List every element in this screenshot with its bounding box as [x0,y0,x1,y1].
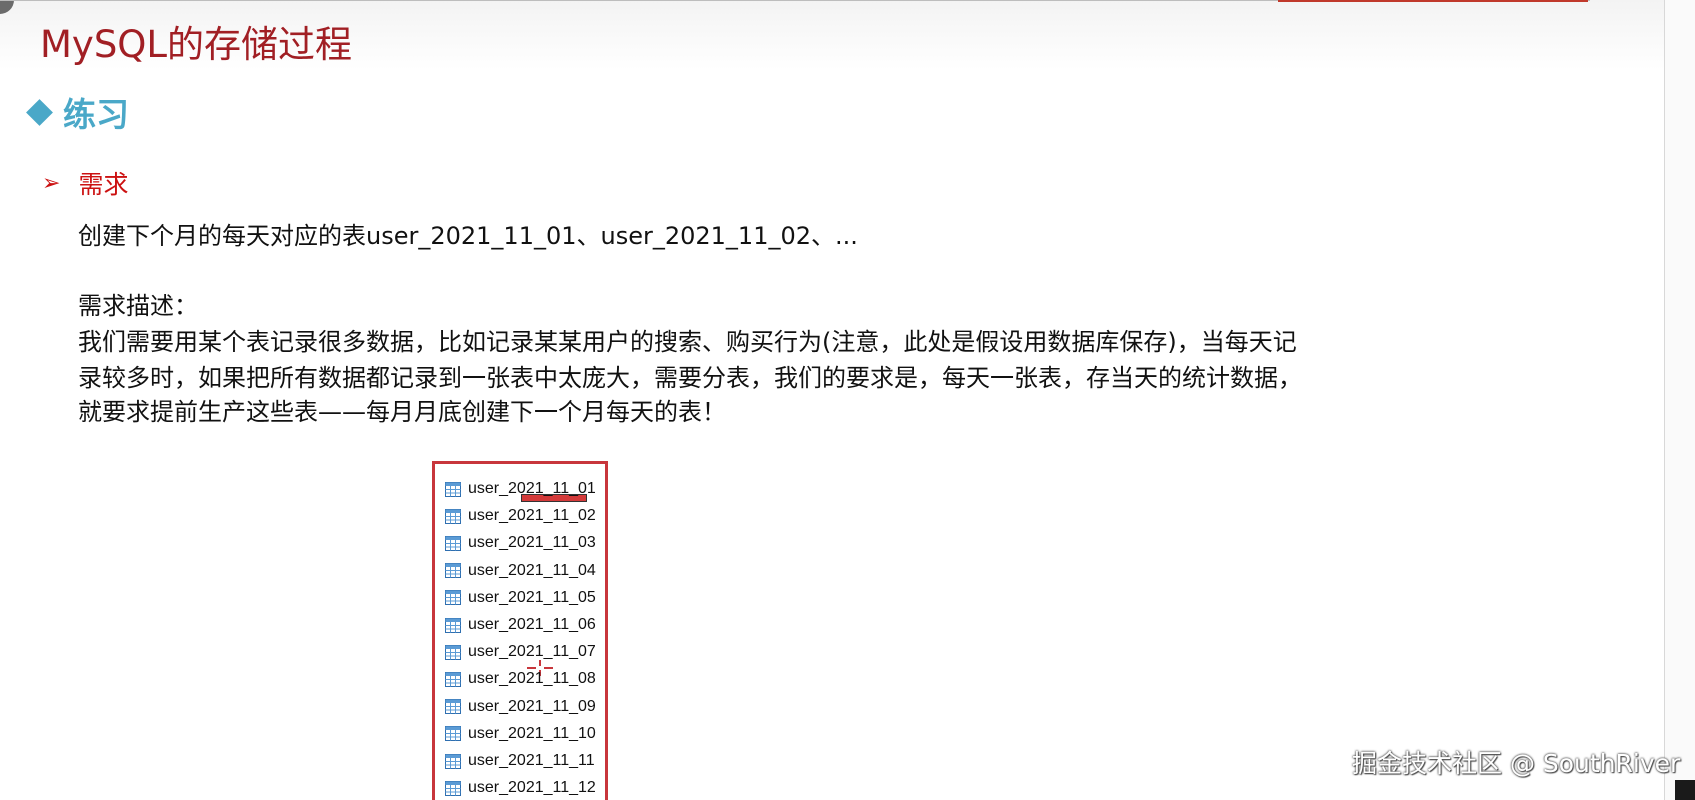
table-icon [445,508,461,524]
table-icon [445,617,461,633]
table-name: user_2021_11_03 [468,534,596,552]
table-name: user_2021_11_10 [468,724,596,742]
table-list-item[interactable]: user_2021_11_04 [445,560,596,582]
table-name: user_2021_11_09 [468,697,596,715]
table-list-item[interactable]: user_2021_11_09 [445,696,596,718]
table-name: user_2021_11_01 [468,480,596,497]
table-icon [445,780,461,796]
description-line-2: 录较多时，如果把所有数据都记录到一张表中太庞大，需要分表，我们的要求是，每天一张… [78,364,1302,392]
table-list-item[interactable]: user_2021_11_10 [445,723,596,745]
table-list-item[interactable]: user_2021_11_08 [445,668,596,690]
table-list-item[interactable]: user_2021_11_06 [445,614,596,636]
table-icon [445,481,461,497]
table-name: user_2021_11_06 [468,616,596,633]
section-label: 练习 [63,95,129,134]
requirement-text: 创建下个月的每天对应的表user_2021_11_01、user_2021_11… [78,222,858,250]
table-name: user_2021_11_12 [468,779,596,797]
table-icon [445,699,461,715]
table-name: user_2021_11_11 [468,752,595,769]
diamond-icon [26,98,53,126]
table-icon [445,563,461,579]
table-list-item[interactable]: user_2021_11_02 [445,505,596,527]
slide-title: MySQL的存储过程 [40,23,353,66]
table-name: user_2021_11_02 [468,507,596,525]
table-icon [445,726,461,742]
watermark: 掘金技术社区 @ SouthRiver [1352,749,1681,778]
requirement-heading: ➢ 需求 [42,165,128,201]
presentation-slide: MySQL的存储过程 练习 ➢ 需求 创建下个月的每天对应的表user_2021… [0,0,1695,800]
top-accent-bar [1278,0,1588,2]
right-edge-strip [1664,0,1695,800]
table-list-item[interactable]: user_2021_11_11 [445,750,595,772]
table-icon [445,753,461,769]
table-list-item[interactable]: user_2021_11_07 [445,641,596,663]
table-list-item[interactable]: user_2021_11_01 [445,478,596,500]
description-line-1: 我们需要用某个表记录很多数据，比如记录某某用户的搜索、购买行为(注意，此处是假设… [78,328,1297,356]
table-list-item[interactable]: user_2021_11_03 [445,532,596,554]
table-list-item[interactable]: user_2021_11_12 [445,777,596,799]
table-name: user_2021_11_05 [468,588,596,606]
table-name: user_2021_11_08 [468,670,596,688]
table-icon [445,671,461,687]
table-icon [445,644,461,660]
description-heading: 需求描述： [78,292,198,320]
table-name: user_2021_11_07 [468,643,596,661]
table-list-box: user_2021_11_01 user_2021_11_02 user_2021_… [432,461,608,800]
table-icon [445,590,461,606]
section-heading: 练习 [24,88,129,136]
table-list-item[interactable]: user_2021_11_05 [445,587,596,609]
arrow-right-icon: ➢ [42,170,61,196]
table-name: user_2021_11_04 [468,561,596,579]
requirement-label: 需求 [78,170,129,199]
corner-decoration-bottom [1675,780,1695,800]
corner-decoration [0,0,14,14]
description-line-3: 就要求提前生产这些表——每月月底创建下一个月每天的表！ [78,398,726,426]
table-icon [445,535,461,551]
